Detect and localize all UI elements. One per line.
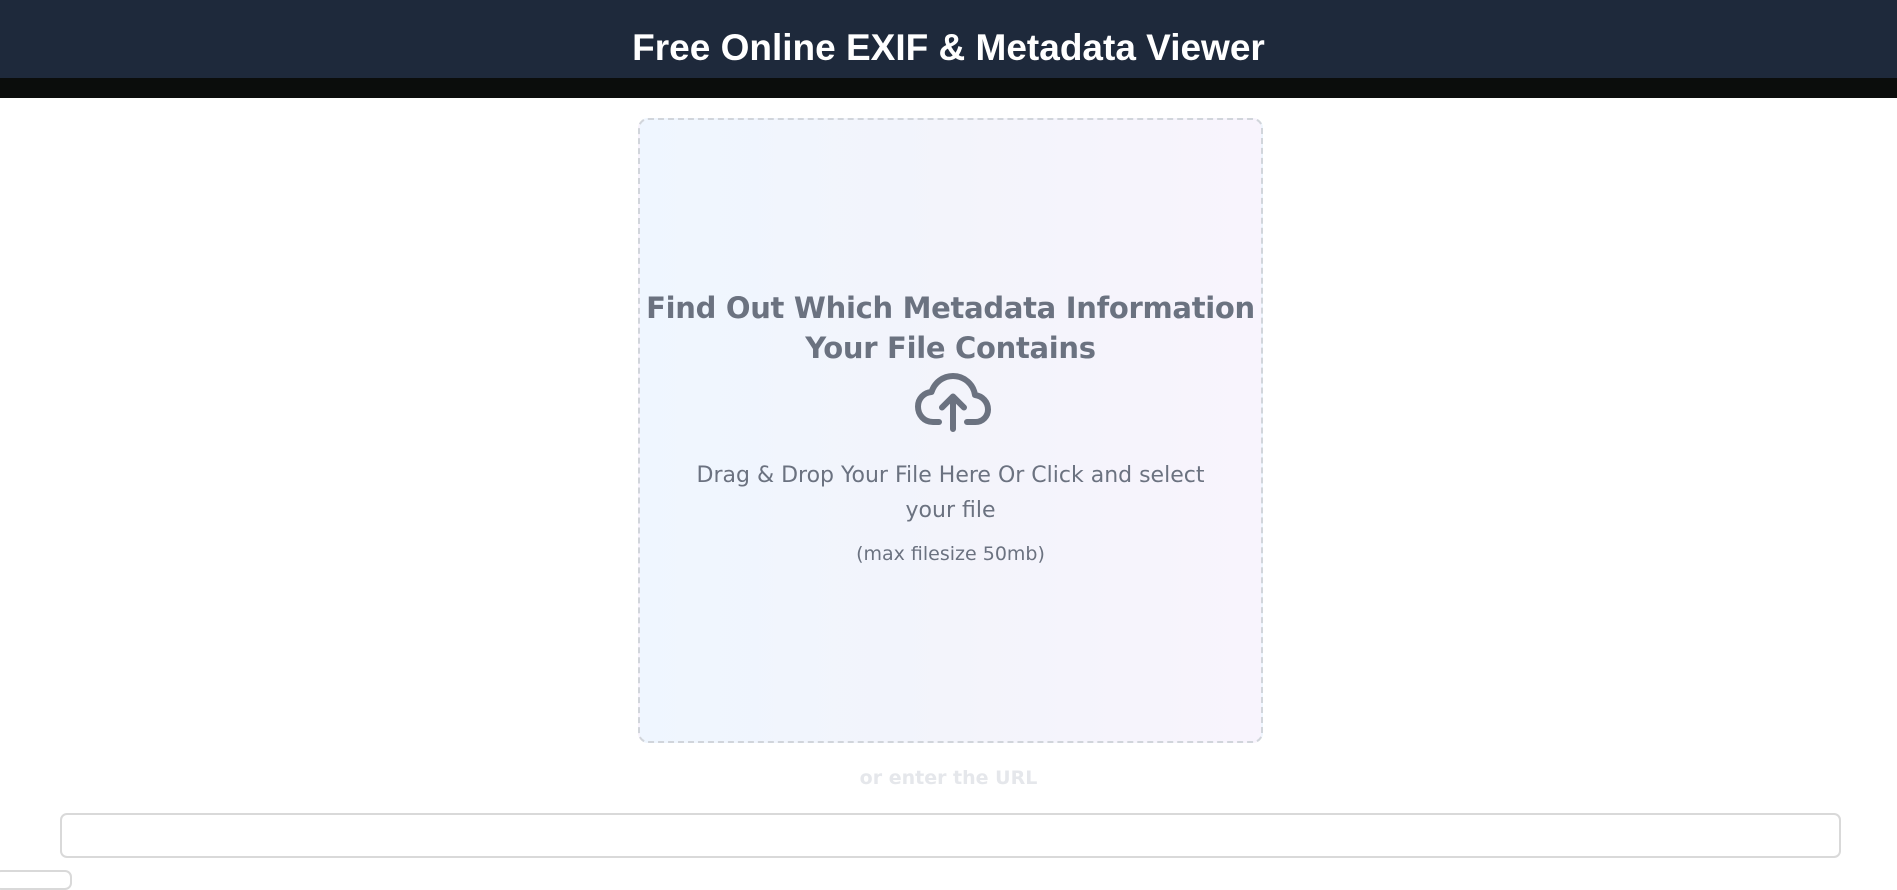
dropzone-instructions: Drag & Drop Your File Here Or Click and … <box>696 463 1205 523</box>
or-enter-url-label: or enter the URL <box>859 767 1038 789</box>
file-dropzone[interactable]: Find Out Which Metadata Information Your… <box>638 118 1263 743</box>
site-header: Free Online EXIF & Metadata Viewer <box>0 0 1897 98</box>
page-title: Free Online EXIF & Metadata Viewer <box>632 27 1265 68</box>
cloud-upload-icon <box>915 373 991 432</box>
dropzone-heading: Find Out Which Metadata Information Your… <box>646 291 1255 365</box>
url-input[interactable] <box>60 813 1841 858</box>
submit-button[interactable] <box>0 870 72 890</box>
filesize-limit: (max filesize 50mb) <box>856 543 1045 565</box>
